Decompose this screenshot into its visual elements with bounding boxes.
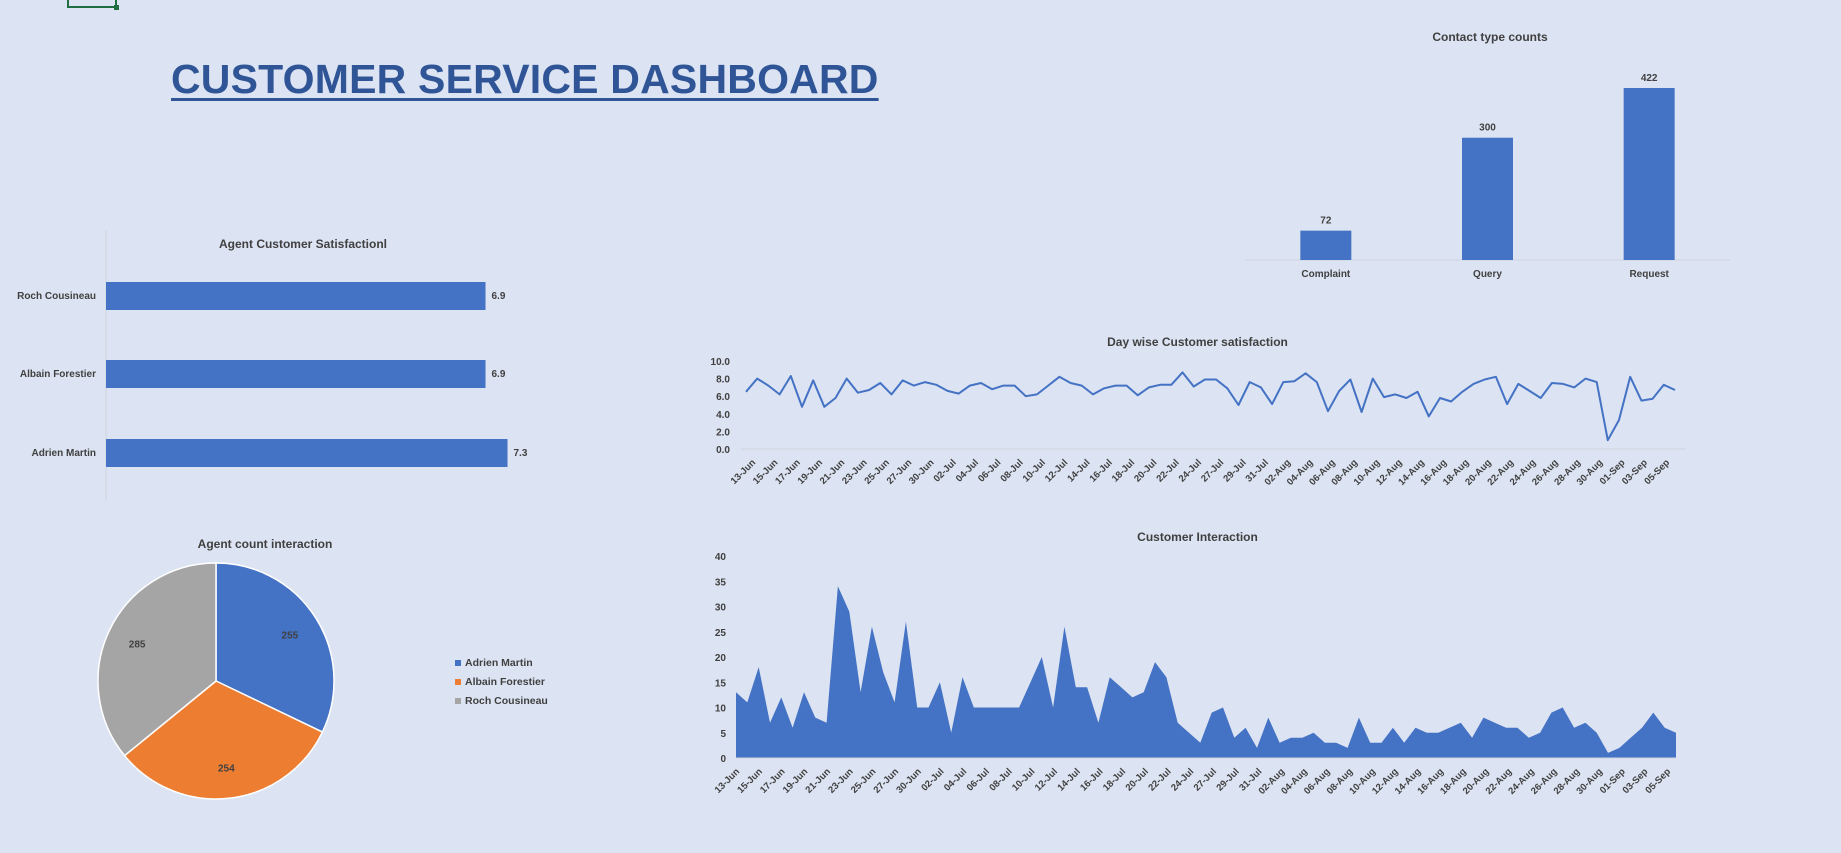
legend-item: Roch Cousineau	[455, 691, 548, 710]
customer-interaction-chart[interactable]: Customer Interaction 40 35 30 25 20 15 10 5 0 13-…	[690, 520, 1705, 805]
legend-label: Adrien Martin	[465, 656, 533, 669]
x-tick-label: Query	[1473, 269, 1502, 280]
x-tick-label: 18-Jul	[1101, 766, 1128, 793]
y-tick-label: 5	[720, 729, 726, 740]
legend-label: Albain Forestier	[465, 675, 545, 688]
contact-type-chart[interactable]: Contact type counts 72 Complaint 300 Query 4…	[1240, 20, 1740, 290]
pie-legend: Adrien Martin Albain Forestier Roch Cousin…	[455, 653, 548, 710]
data-label: 254	[218, 764, 235, 775]
x-tick-label: 29-Jul	[1221, 457, 1248, 484]
bar-request	[1623, 88, 1675, 260]
x-tick-label: 06-Jul	[976, 457, 1003, 484]
data-label: 255	[282, 630, 299, 641]
y-tick-label: 0	[720, 754, 726, 765]
dashboard-title: CUSTOMER SERVICE DASHBOARD	[171, 56, 879, 102]
x-tick-label: 10-Jul	[1021, 457, 1048, 484]
legend-swatch	[455, 697, 461, 704]
bar-agent	[106, 439, 508, 467]
cell-selection-cursor[interactable]	[67, 0, 119, 10]
legend-item: Adrien Martin	[455, 653, 548, 672]
y-tick-label: 8.0	[716, 375, 730, 386]
y-tick-label: 30	[715, 603, 727, 614]
y-tick-label: 10	[715, 704, 727, 715]
data-label: 422	[1641, 73, 1658, 84]
data-label: 300	[1479, 123, 1496, 134]
x-tick-label: Request	[1629, 269, 1669, 280]
bar-agent	[106, 282, 486, 310]
y-tick-label: 15	[715, 678, 727, 689]
y-tick-label: 10.0	[711, 357, 731, 368]
agent-satisfaction-chart[interactable]: Agent Customer Satisfactionl 6.9 Roch Cou…	[0, 225, 620, 510]
y-tick-label: 2.0	[716, 427, 730, 438]
x-tick-label: 22-Jul	[1154, 457, 1181, 484]
y-tick-label: 0.0	[716, 445, 730, 456]
x-tick-label: 10-Jul	[1010, 766, 1037, 793]
x-tick-label: 30-Jun	[894, 766, 924, 796]
x-tick-label: 30-Jun	[907, 457, 937, 487]
y-tick-label: 35	[715, 577, 727, 588]
x-tick-label: 24-Jul	[1169, 766, 1196, 793]
x-tick-label: 06-Jul	[965, 766, 992, 793]
legend-item: Albain Forestier	[455, 672, 548, 691]
x-tick-label: 02-Jul	[932, 457, 959, 484]
bar-query	[1462, 137, 1513, 260]
x-tick-label: 22-Jul	[1146, 766, 1173, 793]
x-tick-label: 16-Jul	[1078, 766, 1105, 793]
interaction-area	[736, 586, 1676, 758]
x-tick-label: 27-Jul	[1192, 766, 1219, 793]
x-tick-label: 05-Sep	[1642, 457, 1672, 487]
y-tick-label: 20	[715, 653, 727, 664]
x-tick-label: 29-Jul	[1214, 766, 1241, 793]
x-tick-label: 02-Jul	[919, 766, 946, 793]
legend-swatch	[455, 678, 461, 685]
x-tick-label: 04-Jul	[942, 766, 969, 793]
y-tick-label: 25	[715, 628, 727, 639]
data-label: 6.9	[492, 291, 506, 302]
daywise-satisfaction-chart[interactable]: Day wise Customer satisfaction 10.0 8.0 6.…	[690, 325, 1705, 510]
y-tick-label: Albain Forestier	[20, 369, 96, 380]
satisfaction-line	[745, 371, 1676, 442]
x-tick-label: 24-Jul	[1177, 457, 1204, 484]
x-tick-label: 08-Jul	[987, 766, 1014, 793]
y-tick-label: Adrien Martin	[32, 448, 96, 459]
data-label: 7.3	[514, 448, 528, 459]
legend-swatch	[455, 659, 461, 666]
x-tick-label: 20-Jul	[1124, 766, 1151, 793]
x-tick-label: 05-Sep	[1643, 766, 1673, 796]
x-tick-label: 04-Jul	[954, 457, 981, 484]
y-tick-label: 40	[715, 552, 727, 563]
data-label: 285	[129, 640, 146, 651]
x-tick-label: 14-Jul	[1056, 766, 1083, 793]
bar-complaint	[1300, 230, 1352, 260]
data-label: 72	[1320, 216, 1332, 227]
y-tick-label: Roch Cousineau	[17, 291, 96, 302]
x-tick-label: 16-Jul	[1088, 457, 1115, 484]
x-tick-label: Complaint	[1301, 269, 1351, 280]
x-tick-label: 12-Jul	[1043, 457, 1070, 484]
y-tick-label: 6.0	[716, 392, 730, 403]
x-tick-label: 12-Jul	[1033, 766, 1060, 793]
bar-agent	[106, 360, 486, 388]
data-label: 6.9	[492, 369, 506, 380]
y-tick-label: 4.0	[716, 410, 730, 421]
legend-label: Roch Cousineau	[465, 694, 548, 707]
x-tick-label: 08-Jul	[998, 457, 1025, 484]
x-tick-label: 14-Jul	[1065, 457, 1092, 484]
x-tick-label: 20-Jul	[1132, 457, 1159, 484]
x-tick-label: 18-Jul	[1110, 457, 1137, 484]
x-tick-label: 27-Jul	[1199, 457, 1226, 484]
